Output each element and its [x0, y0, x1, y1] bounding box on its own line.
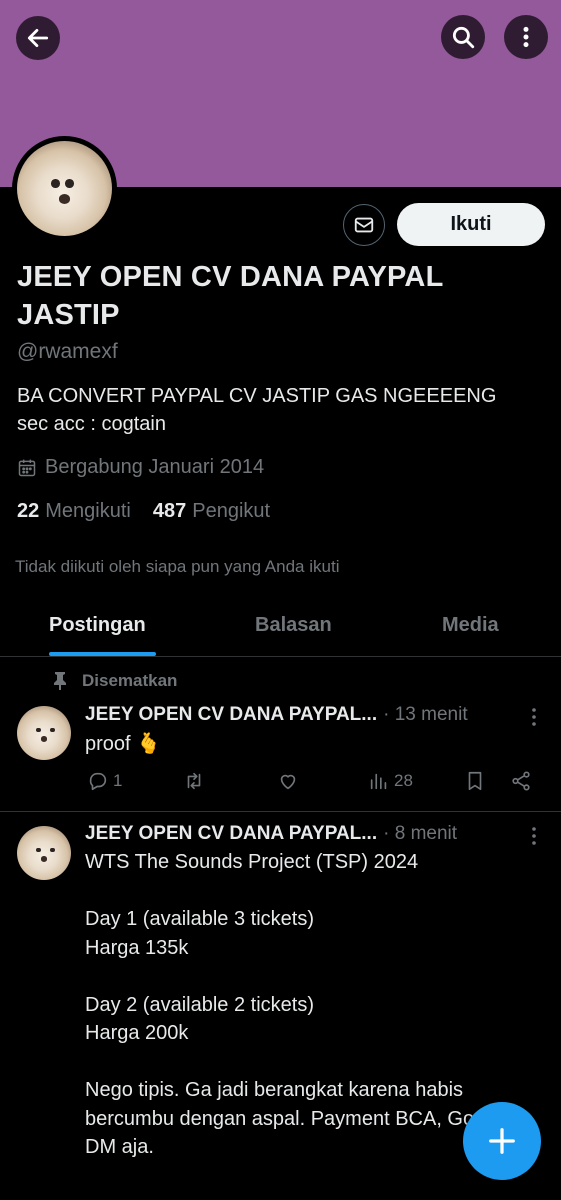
reply-count: 1 — [113, 771, 123, 790]
reply-icon — [89, 772, 107, 791]
plus-icon — [489, 1128, 515, 1154]
arrow-left-icon — [27, 29, 49, 47]
post-time[interactable]: · 13 menit — [383, 704, 467, 726]
post-more-icon[interactable] — [527, 707, 541, 727]
search-icon — [452, 26, 475, 49]
active-tab-indicator — [49, 652, 156, 656]
bio-line: BA CONVERT PAYPAL CV JASTIP GAS NGEEEENG — [17, 385, 497, 407]
joined-date: Bergabung Januari 2014 — [17, 456, 264, 479]
search-button[interactable] — [441, 15, 485, 59]
pinned-label: Disematkan — [52, 671, 177, 691]
compose-button[interactable] — [463, 1102, 541, 1180]
following-count: 22 — [17, 500, 40, 522]
views-button[interactable]: 28 — [368, 770, 413, 792]
more-vertical-icon — [523, 26, 529, 48]
share-button[interactable] — [510, 770, 532, 792]
follow-button[interactable]: Ikuti — [397, 203, 545, 246]
tab-posts[interactable]: Postingan — [49, 614, 146, 637]
views-count: 28 — [394, 771, 413, 790]
like-button[interactable] — [277, 770, 303, 792]
post-header: JEEY OPEN CV DANA PAYPAL... · 13 menit — [85, 704, 468, 726]
views-chart-icon — [370, 773, 387, 790]
bookmark-button[interactable] — [464, 770, 486, 792]
post-divider — [0, 811, 561, 812]
share-icon — [512, 771, 530, 791]
heart-icon — [280, 774, 296, 790]
post-author-name[interactable]: JEEY OPEN CV DANA PAYPAL... — [85, 704, 377, 726]
retweet-button[interactable] — [183, 770, 209, 792]
avatar-image — [17, 141, 112, 236]
post-author-name[interactable]: JEEY OPEN CV DANA PAYPAL... — [85, 823, 377, 845]
followers-link[interactable]: 487 Pengikut — [153, 500, 270, 523]
calendar-icon — [18, 459, 36, 476]
follow-stats: 22 Mengikuti 487 Pengikut — [17, 500, 270, 523]
reply-button[interactable]: 1 — [87, 770, 122, 792]
post-actions: 1 28 — [85, 770, 545, 800]
tab-media[interactable]: Media — [442, 614, 499, 637]
back-button[interactable] — [16, 16, 60, 60]
pin-icon — [54, 672, 66, 690]
bookmark-icon — [468, 771, 482, 791]
followers-count: 487 — [152, 500, 187, 522]
not-followed-notice: Tidak diikuti oleh siapa pun yang Anda i… — [15, 557, 340, 576]
post-avatar[interactable] — [17, 706, 71, 760]
post-avatar[interactable] — [17, 826, 71, 880]
message-button[interactable] — [343, 204, 385, 246]
profile-avatar[interactable] — [12, 136, 117, 241]
post-more-icon[interactable] — [527, 826, 541, 846]
profile-handle: @rwamexf — [17, 340, 118, 363]
more-options-button[interactable] — [504, 15, 548, 59]
following-label: Mengikuti — [45, 500, 131, 522]
tab-replies[interactable]: Balasan — [255, 614, 332, 637]
retweet-icon — [187, 772, 201, 790]
profile-tabs: Postingan Balasan Media — [0, 600, 561, 657]
post-text: WTS The Sounds Project (TSP) 2024 Day 1 … — [85, 851, 510, 1158]
post-text: proof 🫰 — [85, 733, 162, 755]
profile-name: JEEY OPEN CV DANA PAYPAL JASTIP — [17, 261, 443, 331]
joined-text: Bergabung Januari 2014 — [45, 456, 265, 478]
post-header: JEEY OPEN CV DANA PAYPAL... · 8 menit — [85, 823, 457, 845]
bio-line: sec acc : cogtain — [17, 413, 166, 435]
post-time[interactable]: · 8 menit — [383, 823, 457, 845]
pinned-text: Disematkan — [82, 671, 178, 690]
mail-icon — [354, 217, 374, 233]
following-link[interactable]: 22 Mengikuti — [17, 500, 131, 523]
profile-bio: BA CONVERT PAYPAL CV JASTIP GAS NGEEEENG… — [17, 382, 496, 438]
followers-label: Pengikut — [192, 500, 271, 522]
